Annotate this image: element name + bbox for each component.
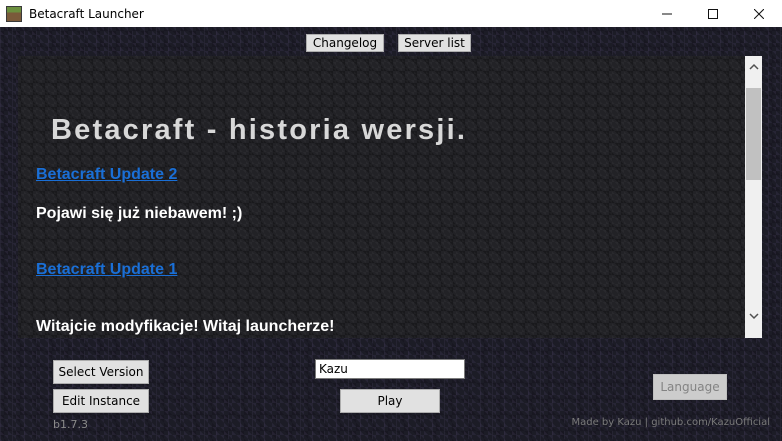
changelog-entry-title-link[interactable]: Betacraft Update 1: [36, 261, 177, 279]
changelog-content: Betacraft - historia wersji. Betacraft U…: [18, 56, 745, 338]
version-label: b1.7.3: [53, 418, 88, 431]
title-bar: Betacraft Launcher: [0, 0, 782, 27]
close-icon: [754, 8, 764, 19]
changelog-scrollbar[interactable]: [745, 56, 762, 338]
changelog-heading: Betacraft - historia wersji.: [51, 114, 468, 146]
close-button[interactable]: [736, 0, 782, 27]
chevron-down-icon: [748, 313, 759, 320]
scroll-thumb[interactable]: [746, 88, 761, 180]
changelog-entry-title-link[interactable]: Betacraft Update 2: [36, 166, 177, 184]
scroll-down-button[interactable]: [745, 308, 762, 325]
minimize-icon: [662, 13, 672, 14]
scroll-up-button[interactable]: [745, 58, 762, 75]
language-button[interactable]: Language: [653, 374, 727, 400]
minimize-button[interactable]: [644, 0, 690, 27]
select-version-button[interactable]: Select Version: [53, 360, 149, 384]
window-controls: [644, 0, 782, 27]
chevron-up-icon: [748, 63, 759, 70]
play-button[interactable]: Play: [340, 389, 440, 413]
maximize-icon: [708, 8, 718, 19]
edit-instance-button[interactable]: Edit Instance: [53, 389, 149, 413]
credit-text: Made by Kazu | github.com/KazuOfficial: [571, 417, 771, 428]
changelog-panel: Betacraft - historia wersji. Betacraft U…: [18, 56, 762, 338]
changelog-entry-text: Pojawi się już niebawem! ;): [36, 205, 243, 222]
changelog-entry-text: Witajcie modyfikacje! Witaj launcherze!: [36, 318, 335, 335]
window-title: Betacraft Launcher: [29, 6, 144, 21]
tab-server-list[interactable]: Server list: [398, 34, 471, 52]
maximize-button[interactable]: [690, 0, 736, 27]
app-icon: [6, 5, 22, 22]
tab-changelog[interactable]: Changelog: [306, 34, 384, 52]
username-input[interactable]: Kazu: [315, 359, 465, 379]
